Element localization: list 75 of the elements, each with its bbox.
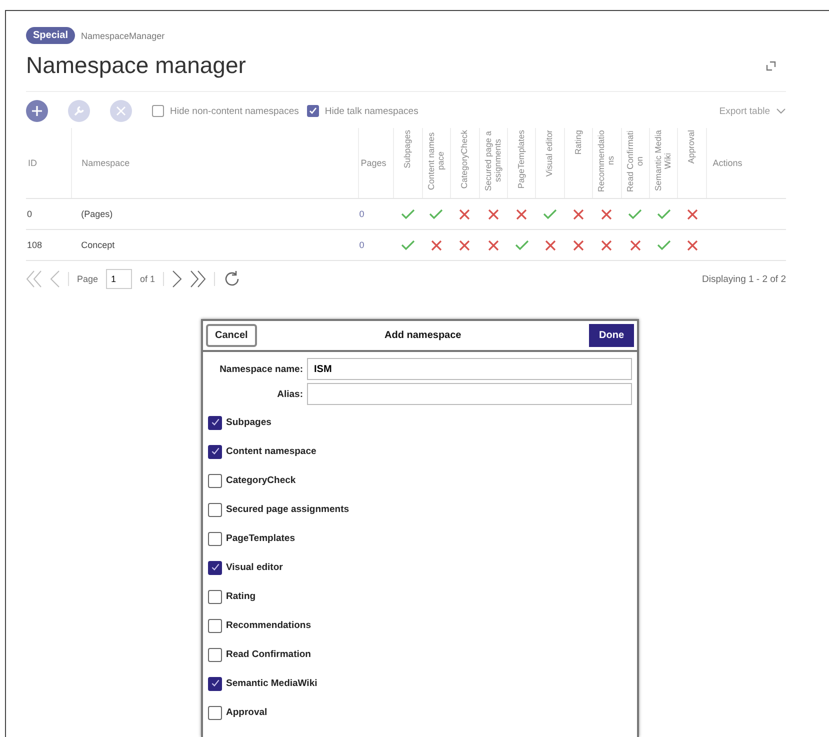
option-label: Read Confirmation [226, 649, 311, 660]
expand-icon[interactable] [766, 60, 776, 70]
page-title: Namespace manager [26, 52, 246, 79]
option-label: Visual editor [226, 562, 283, 573]
chevron-down-icon [776, 108, 786, 114]
option-checkbox[interactable] [208, 560, 222, 574]
input-field[interactable] [307, 383, 632, 405]
column-header: CategoryCheck [460, 130, 470, 189]
option-checkbox[interactable] [208, 648, 222, 662]
checkmark-icon [308, 106, 318, 116]
input-field[interactable]: ISM [307, 358, 632, 380]
done-button[interactable]: Done [589, 324, 634, 347]
column-header: Content namespace [426, 131, 446, 192]
last-page-icon[interactable] [190, 270, 206, 288]
option-checkbox[interactable] [208, 590, 222, 604]
field-label: Alias: [277, 388, 303, 400]
dialog-title: Add namespace [384, 330, 462, 341]
column-header: Read Confirmation [626, 130, 645, 192]
field-label: Namespace name: [220, 364, 303, 374]
breadcrumb-link[interactable]: NamespaceManager [81, 30, 165, 40]
option-checkbox[interactable] [208, 474, 222, 488]
option-checkbox[interactable] [208, 532, 222, 546]
table-cell: 0 [359, 209, 364, 219]
option-label: PageTemplates [226, 533, 295, 544]
column-header: Secured page assignments [484, 130, 503, 192]
column-header: Semantic MediaWiki [654, 130, 674, 192]
column-header: Subpages [403, 130, 413, 168]
option-label: Rating [226, 591, 256, 602]
checkmark-icon [210, 446, 220, 457]
table-cell: 108 [26, 230, 72, 260]
column-header: Approval [687, 130, 697, 164]
table-cell: 0 [359, 240, 364, 250]
checkmark-icon [210, 562, 220, 573]
option-checkbox[interactable] [208, 676, 222, 690]
page-count: of 1 [140, 274, 156, 284]
option-label: Secured page assignments [226, 504, 350, 515]
paging-status: Displaying 1 - 2 of 2 [702, 274, 786, 284]
option-checkbox[interactable] [208, 416, 222, 430]
option-label: Recommendations [226, 620, 311, 631]
option-label: Subpages [226, 417, 272, 428]
close-icon [115, 105, 127, 117]
column-header: Rating [574, 130, 584, 155]
cancel-button[interactable]: Cancel [206, 324, 257, 347]
option-checkbox[interactable] [208, 706, 222, 720]
filter-label: Hide non-content namespaces [170, 106, 299, 116]
plus-icon [31, 105, 43, 117]
page-label: Page [77, 274, 98, 284]
checkmark-icon [210, 678, 220, 689]
page-input[interactable]: 1 [106, 269, 132, 289]
option-label: Approval [226, 707, 268, 718]
next-page-icon[interactable] [172, 270, 182, 288]
column-header: Visual editor [545, 130, 555, 177]
filter-label: Hide talk namespaces [324, 106, 418, 116]
column-header: Pages [358, 128, 394, 198]
table-cell: (Pages) [71, 198, 358, 230]
special-badge: Special [26, 27, 76, 44]
add-button[interactable] [26, 100, 48, 122]
column-header: Actions [706, 128, 786, 198]
refresh-icon[interactable] [223, 270, 242, 288]
option-checkbox[interactable] [208, 618, 222, 632]
table-cell: Concept [71, 230, 358, 260]
table-cell: 0 [26, 198, 72, 230]
option-checkbox[interactable] [208, 502, 222, 516]
option-label: CategoryCheck [226, 475, 296, 486]
option-label: Semantic MediaWiki [226, 678, 318, 689]
column-header: PageTemplates [516, 130, 526, 189]
option-label: Content namespace [226, 446, 316, 457]
wrench-icon [73, 105, 85, 117]
filter-checkbox[interactable] [306, 105, 319, 117]
checkmark-icon [210, 417, 220, 428]
column-header: Namespace [71, 128, 358, 198]
column-header: Recommendations [597, 130, 616, 192]
option-checkbox[interactable] [208, 444, 222, 458]
filter-checkbox[interactable] [152, 105, 164, 117]
column-header: ID [26, 128, 72, 198]
